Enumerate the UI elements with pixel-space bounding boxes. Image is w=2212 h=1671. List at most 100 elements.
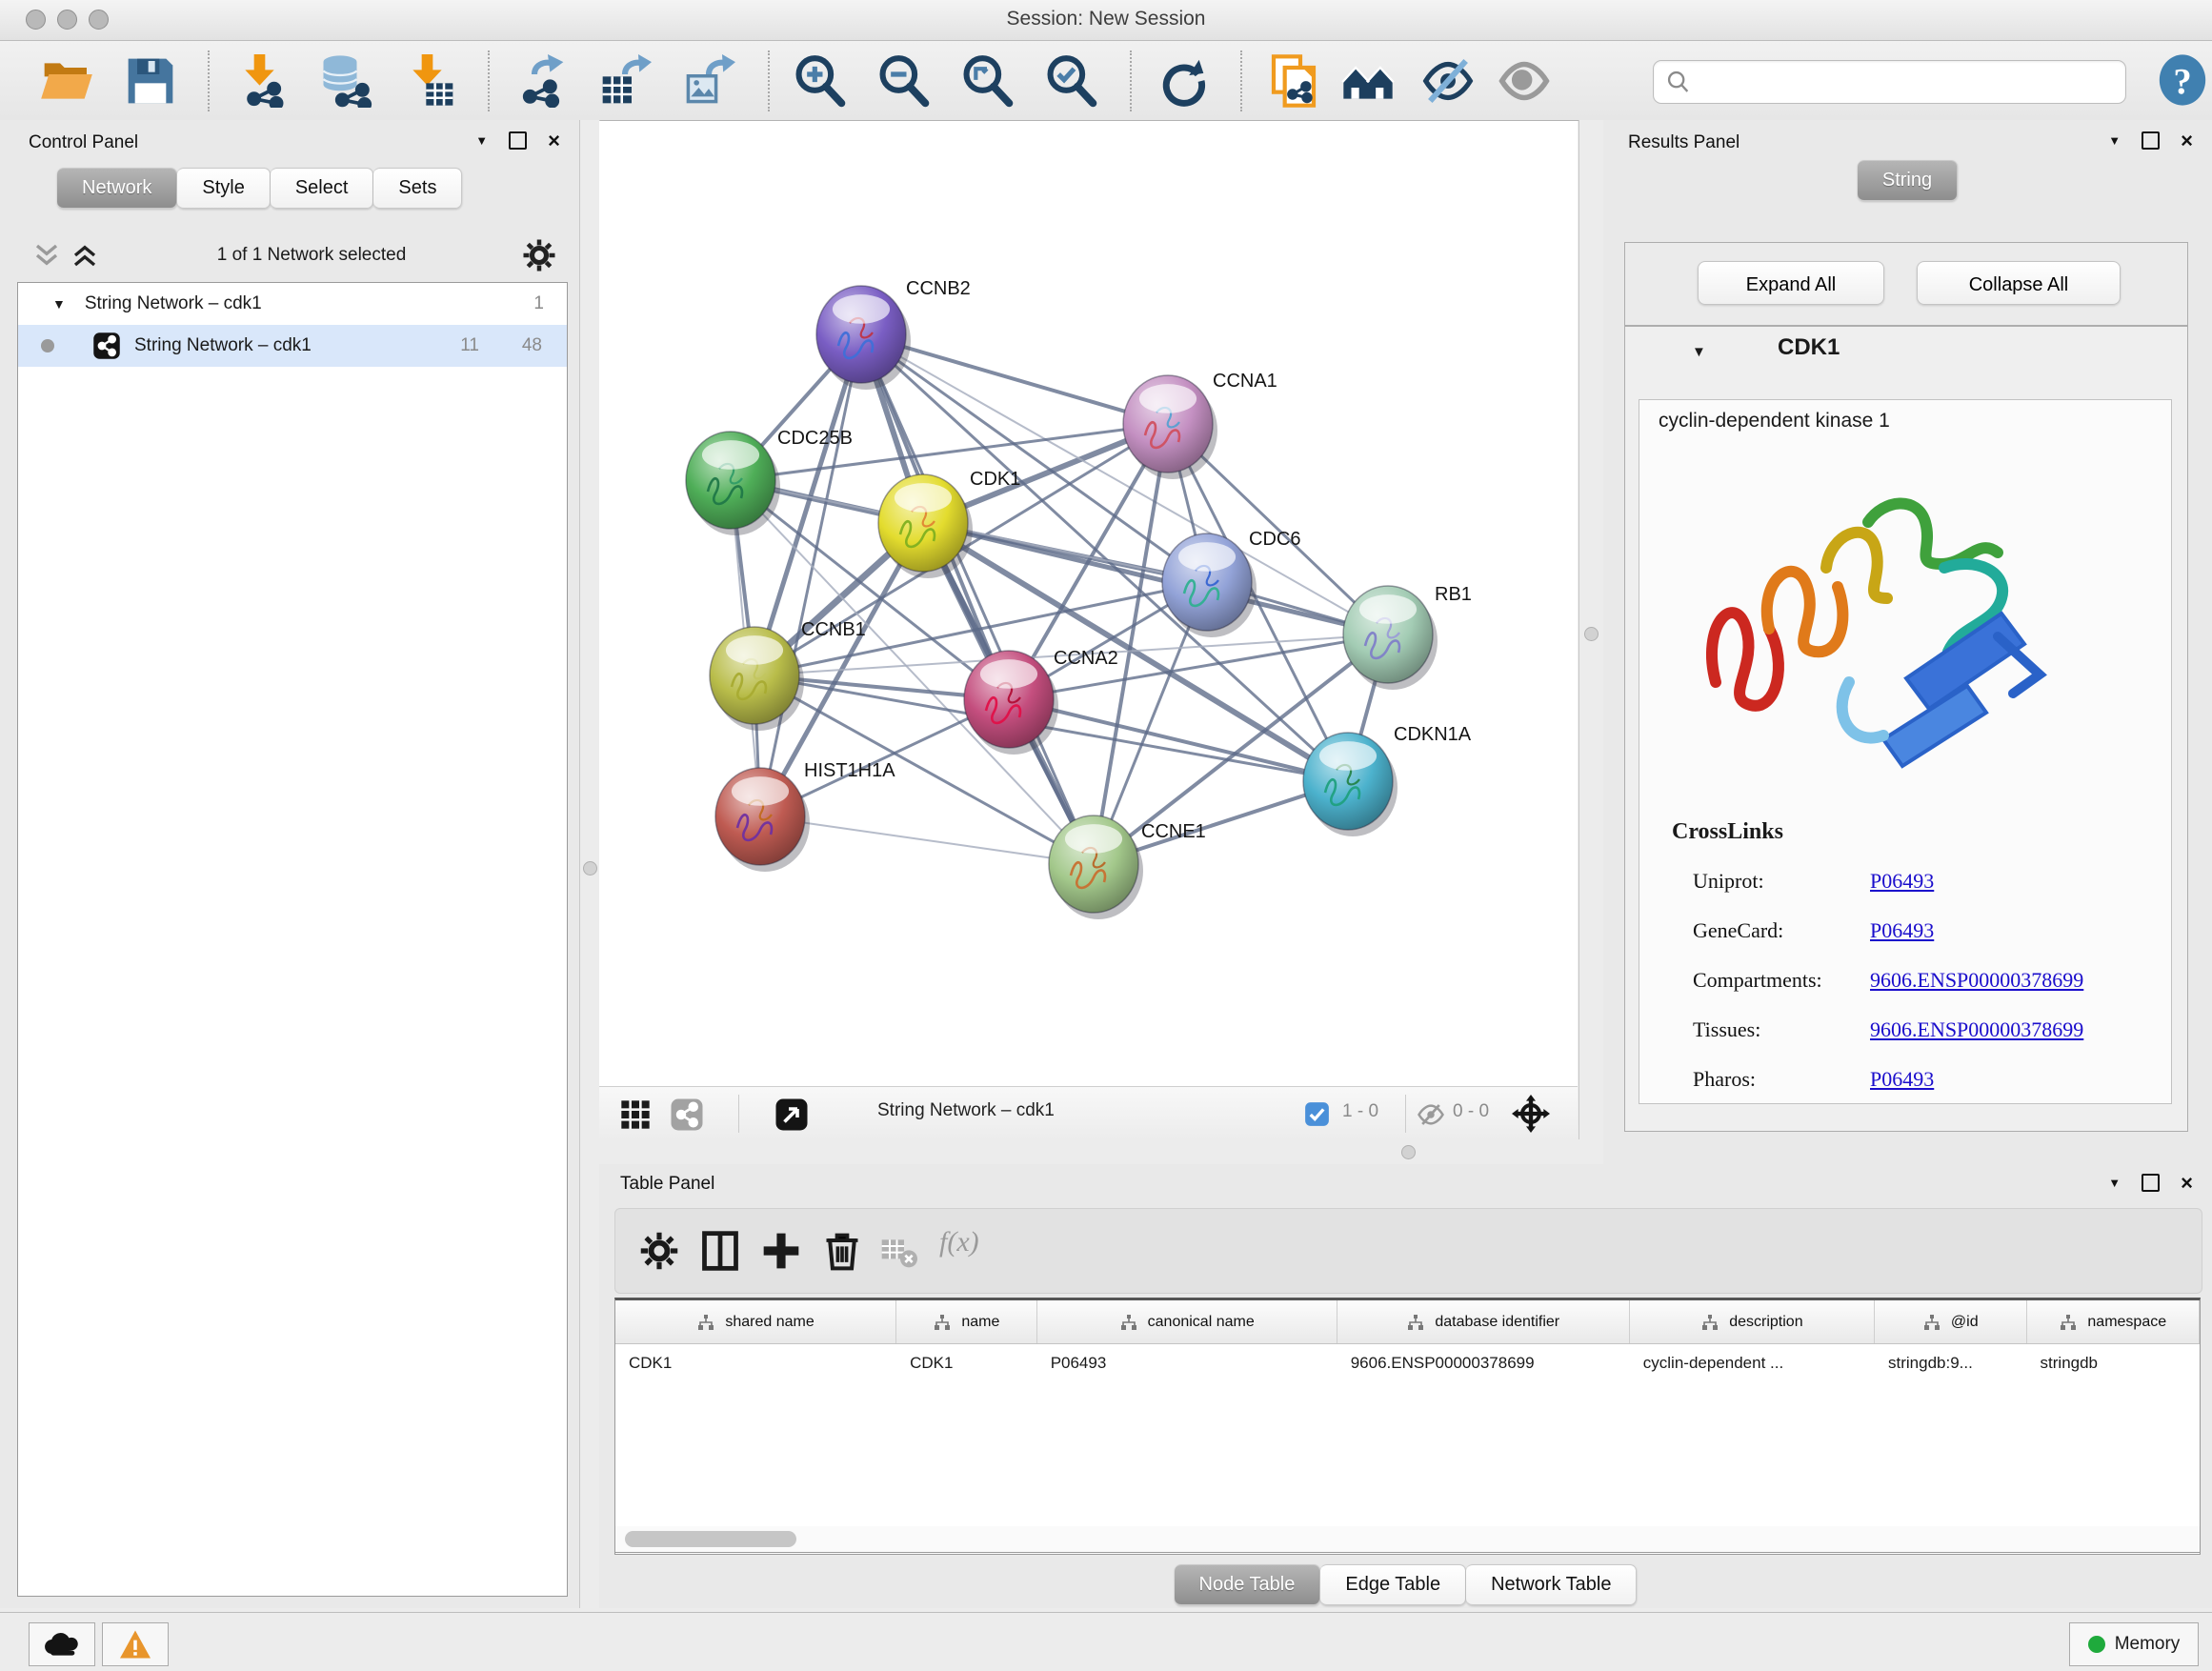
pan-crosshair-icon[interactable] (1512, 1095, 1550, 1133)
panel-float-icon[interactable] (2142, 131, 2160, 150)
warnings-button[interactable] (102, 1622, 169, 1666)
tab-string[interactable]: String (1858, 160, 1958, 201)
export-network-icon[interactable] (514, 54, 568, 108)
network-node-HIST1H1A[interactable] (715, 768, 810, 872)
tab-select[interactable]: Select (271, 168, 374, 209)
crosslink-link[interactable]: P06493 (1870, 1067, 1934, 1092)
birdseye-view-icon[interactable] (774, 1097, 809, 1132)
show-hide-eye-icon[interactable] (1498, 54, 1551, 108)
refresh-icon[interactable] (1155, 54, 1208, 108)
crosslink-link[interactable]: P06493 (1870, 869, 1934, 894)
network-edge[interactable] (923, 523, 1388, 634)
column-header-description[interactable]: description (1630, 1300, 1875, 1343)
network-node-CCNE1[interactable] (1049, 815, 1143, 919)
tab-edge-table[interactable]: Edge Table (1320, 1564, 1466, 1605)
table-horizontal-scrollbar[interactable] (614, 1526, 2201, 1553)
panel-close-icon[interactable]: × (2181, 1176, 2193, 1190)
table-cell[interactable]: cyclin-dependent ... (1630, 1344, 1875, 1382)
save-session-icon[interactable] (124, 54, 177, 108)
left-splitter[interactable] (579, 120, 600, 1608)
open-session-icon[interactable] (40, 54, 93, 108)
network-node-RB1[interactable] (1343, 586, 1438, 690)
selected-checkbox-icon[interactable] (1304, 1101, 1330, 1127)
network-node-CDK1[interactable] (878, 474, 973, 578)
add-column-icon[interactable] (760, 1230, 802, 1272)
network-node-CCNB2[interactable] (816, 286, 911, 390)
zoom-selected-icon[interactable] (1044, 54, 1097, 108)
table-cell[interactable]: stringdb (2027, 1344, 2200, 1382)
network-node-CCNA1[interactable] (1123, 375, 1217, 479)
network-collection-row[interactable]: ▼ String Network – cdk1 1 (18, 283, 567, 325)
crosslink-link[interactable]: 9606.ENSP00000378699 (1870, 968, 2083, 993)
column-header-name[interactable]: name (896, 1300, 1037, 1343)
crosslink-link[interactable]: P06493 (1870, 918, 1934, 943)
table-row[interactable]: CDK1CDK1P064939606.ENSP00000378699cyclin… (615, 1344, 2200, 1382)
show-columns-icon[interactable] (699, 1230, 741, 1272)
table-options-gear-icon[interactable] (638, 1230, 680, 1272)
network-row[interactable]: String Network – cdk1 11 48 (18, 325, 567, 367)
gear-icon[interactable] (522, 238, 556, 272)
panel-close-icon[interactable]: × (548, 133, 560, 148)
tab-style[interactable]: Style (177, 168, 270, 209)
scrollbar-thumb[interactable] (625, 1531, 796, 1547)
import-table-icon[interactable] (404, 54, 457, 108)
panel-float-icon[interactable] (2142, 1174, 2160, 1192)
tab-network-table[interactable]: Network Table (1466, 1564, 1637, 1605)
panel-collapse-icon[interactable]: ▼ (2108, 1176, 2121, 1190)
table-cell[interactable]: 9606.ENSP00000378699 (1337, 1344, 1630, 1382)
export-table-icon[interactable] (598, 54, 652, 108)
splitter-handle[interactable] (1584, 627, 1599, 641)
table-cell[interactable]: stringdb:9... (1875, 1344, 2027, 1382)
collapse-all-button[interactable]: Collapse All (1917, 261, 2121, 305)
zoom-out-icon[interactable] (876, 54, 930, 108)
column-header-database-identifier[interactable]: database identifier (1337, 1300, 1630, 1343)
memory-button[interactable]: Memory (2069, 1622, 2199, 1666)
cloud-button[interactable] (29, 1622, 95, 1666)
tree-expand-icon[interactable]: ▼ (52, 296, 66, 312)
first-neighbors-icon[interactable] (1341, 54, 1395, 108)
grid-view-icon[interactable] (620, 1099, 651, 1130)
splitter-handle[interactable] (1401, 1145, 1416, 1159)
crosslink-label: Pharos: (1693, 1067, 1756, 1092)
network-graph[interactable]: CCNB2CCNA1CDC25BCDK1CDC6RB1CCNB1CCNA2CDK… (599, 121, 1578, 1086)
expand-all-button[interactable]: Expand All (1698, 261, 1884, 305)
column-header-shared-name[interactable]: shared name (615, 1300, 896, 1343)
tab-sets[interactable]: Sets (373, 168, 462, 209)
network-edge[interactable] (861, 334, 1094, 864)
network-edge[interactable] (1009, 699, 1348, 781)
table-cell[interactable]: CDK1 (615, 1344, 896, 1382)
tab-node-table[interactable]: Node Table (1175, 1564, 1321, 1605)
search-input[interactable] (1698, 65, 2111, 97)
tab-network[interactable]: Network (57, 168, 177, 209)
network-node-CDC25B[interactable] (686, 432, 780, 535)
network-view-canvas[interactable]: CCNB2CCNA1CDC25BCDK1CDC6RB1CCNB1CCNA2CDK… (599, 121, 1578, 1086)
panel-float-icon[interactable] (509, 131, 527, 150)
splitter-handle[interactable] (583, 861, 597, 876)
export-image-icon[interactable] (682, 54, 735, 108)
import-network-database-icon[interactable] (320, 54, 373, 108)
new-network-from-selection-icon[interactable] (1267, 54, 1320, 108)
table-cell[interactable]: P06493 (1037, 1344, 1337, 1382)
table-cell[interactable]: CDK1 (896, 1344, 1037, 1382)
network-share-icon[interactable] (670, 1097, 704, 1132)
network-edge[interactable] (760, 334, 861, 816)
column-header-@id[interactable]: @id (1875, 1300, 2027, 1343)
import-network-file-icon[interactable] (236, 54, 290, 108)
zoom-fit-icon[interactable] (960, 54, 1014, 108)
delete-column-icon[interactable] (821, 1230, 863, 1272)
protein-collapse-icon[interactable]: ▼ (1692, 344, 1706, 360)
crosslink-link[interactable]: 9606.ENSP00000378699 (1870, 1017, 2083, 1042)
network-edge[interactable] (760, 816, 1094, 864)
column-header-namespace[interactable]: namespace (2027, 1300, 2200, 1343)
help-icon[interactable]: ? (2155, 52, 2210, 108)
column-header-canonical-name[interactable]: canonical name (1037, 1300, 1337, 1343)
panel-close-icon[interactable]: × (2181, 133, 2193, 148)
expand-all-icon[interactable] (69, 241, 101, 270)
collapse-all-icon[interactable] (30, 241, 63, 270)
panel-collapse-icon[interactable]: ▼ (2108, 133, 2121, 148)
network-node-CCNA2[interactable] (964, 651, 1058, 755)
show-hide-style-icon[interactable] (1421, 54, 1475, 108)
network-node-CDKN1A[interactable] (1303, 733, 1398, 836)
zoom-in-icon[interactable] (793, 54, 846, 108)
panel-collapse-icon[interactable]: ▼ (475, 133, 488, 148)
